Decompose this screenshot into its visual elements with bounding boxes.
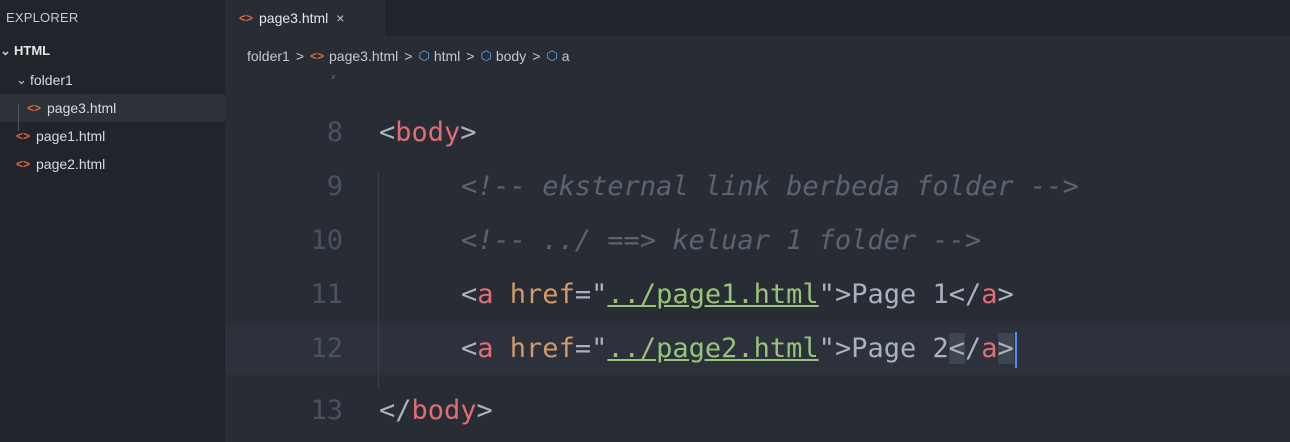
tab-page3-html[interactable]: <> page3.html × [225,0,385,36]
breadcrumb-file[interactable]: page3.html [329,48,398,64]
line-number: 13 [310,395,343,426]
html-file-icon: <> [16,157,31,171]
code-line: 9 <!-- eksternal link berbeda folder --> [225,161,1290,213]
file-label: page1.html [36,128,106,144]
code-text: <!-- eksternal link berbeda folder --> [461,171,1079,202]
file-label: page3.html [47,100,117,116]
breadcrumb-body[interactable]: body [496,48,526,64]
explorer-root-html[interactable]: ⌄ HTML [0,36,225,66]
line-number: 8 [326,117,343,148]
tab-label: page3.html [259,10,329,26]
line-number: 12 [310,333,343,364]
line-number: 11 [310,279,343,310]
breadcrumb-a[interactable]: a [562,48,570,64]
breadcrumb-separator: > [295,47,304,64]
folder-label: folder1 [30,72,73,88]
code-line: 7 [225,75,1290,97]
explorer-title: EXPLORER [6,10,79,25]
code-line-current: 12 <a href="../page2.html">Page 2</a> [225,323,1290,375]
breadcrumb: folder1 > <> page3.html > ⬡ html > ⬡ bod… [225,36,1290,75]
chevron-down-icon: ⌄ [0,43,11,58]
tree-file-page1[interactable]: <> page1.html [0,122,225,150]
code-line: 13 </body> [225,385,1290,437]
explorer-sidebar: EXPLORER ⌄ HTML ⌄ folder1 <> page3.html … [0,0,225,442]
symbol-element-icon: ⬡ [480,47,492,63]
breadcrumb-separator: > [532,47,541,64]
tab-bar: <> page3.html × [225,0,1290,36]
code-text: <!-- ../ ==> keluar 1 folder --> [461,225,982,256]
breadcrumb-separator: > [466,47,475,64]
root-label: HTML [14,43,51,58]
code-editor[interactable]: 7 8 <body> 9 <!-- eksternal link berbeda… [225,75,1290,442]
indent-guide [378,173,379,389]
code-text: <a href="../page2.html">Page 2</a> [461,323,1017,375]
tree-file-page3[interactable]: <> page3.html [0,94,225,122]
line-number: 9 [326,171,343,202]
tree-indent-guide [18,103,19,131]
code-text: <body> [379,117,477,148]
html-file-icon: <> [27,101,42,115]
html-file-icon: <> [239,11,254,25]
symbol-element-icon: ⬡ [546,47,558,63]
html-file-icon: <> [310,48,325,63]
tree-folder-folder1[interactable]: ⌄ folder1 [0,66,225,94]
file-label: page2.html [36,156,106,172]
symbol-element-icon: ⬡ [418,47,430,63]
code-text: </body> [379,395,493,426]
breadcrumb-html[interactable]: html [434,48,460,64]
tree-file-page2[interactable]: <> page2.html [0,150,225,178]
code-line: 8 <body> [225,107,1290,159]
code-line: 10 <!-- ../ ==> keluar 1 folder --> [225,215,1290,267]
line-number: 10 [310,225,343,256]
line-number: 7 [263,75,343,97]
html-file-icon: <> [16,129,31,143]
code-line: 11 <a href="../page1.html">Page 1</a> [225,269,1290,321]
close-icon[interactable]: × [336,10,344,26]
breadcrumb-separator: > [404,47,413,64]
chevron-down-icon: ⌄ [16,72,27,87]
breadcrumb-folder[interactable]: folder1 [247,48,290,64]
code-text: <a href="../page1.html">Page 1</a> [461,279,1014,310]
text-cursor [1014,331,1017,368]
